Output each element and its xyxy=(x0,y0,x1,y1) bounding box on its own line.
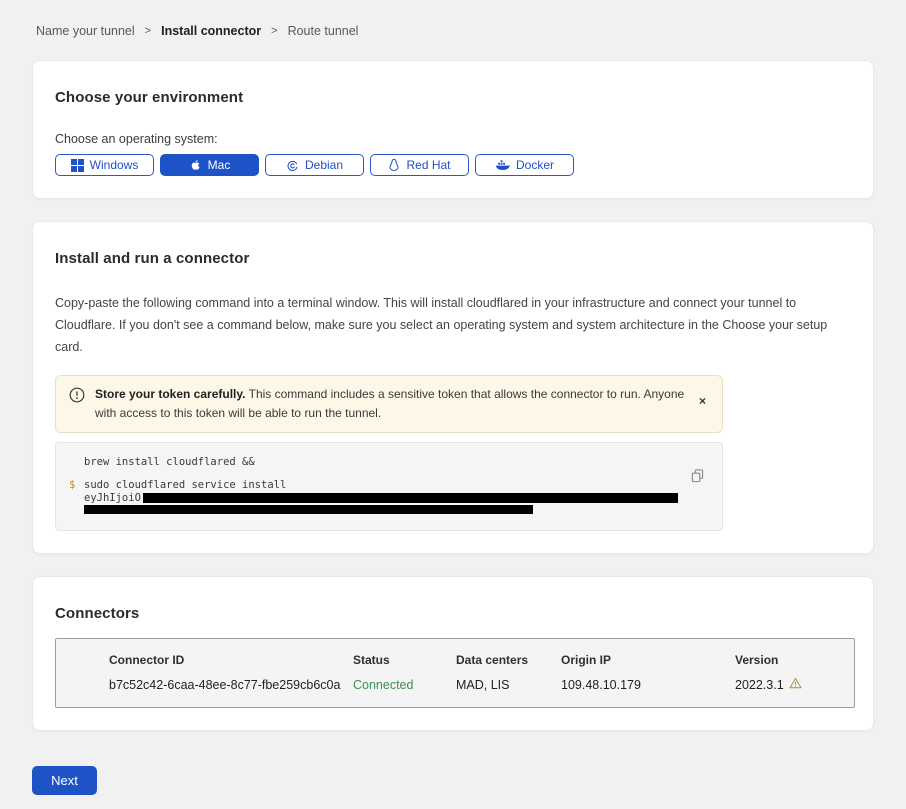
os-button-label: Mac xyxy=(208,158,231,172)
code-line-token-2 xyxy=(84,505,694,518)
os-button-windows[interactable]: Windows xyxy=(55,154,154,176)
code-line-brew: brew install cloudflared && xyxy=(84,456,694,468)
warning-text-bold: Store your token carefully. xyxy=(95,387,246,401)
cell-data-centers: MAD, LIS xyxy=(456,678,561,692)
header-origin-ip: Origin IP xyxy=(561,653,735,667)
card-title: Connectors xyxy=(55,605,851,622)
os-button-mac[interactable]: Mac xyxy=(160,154,259,176)
cell-connector-id: b7c52c42-6caa-48ee-8c77-fbe259cb6c0a xyxy=(109,678,353,692)
warning-icon xyxy=(789,677,802,692)
choose-environment-card: Choose your environment Choose an operat… xyxy=(32,60,874,199)
breadcrumb-separator: > xyxy=(145,25,151,37)
breadcrumb-step-name-your-tunnel[interactable]: Name your tunnel xyxy=(36,24,135,38)
copy-icon[interactable] xyxy=(691,469,704,486)
breadcrumb-separator: > xyxy=(271,25,277,37)
status-badge: Connected xyxy=(353,678,456,692)
connectors-card: Connectors Connector ID Status Data cent… xyxy=(32,576,874,731)
os-button-group: Windows Mac Debian Red Hat xyxy=(55,154,851,176)
warning-text: Store your token carefully. This command… xyxy=(95,385,685,423)
os-button-label: Debian xyxy=(305,158,343,172)
apple-icon xyxy=(189,158,202,172)
docker-icon xyxy=(495,159,510,171)
info-icon xyxy=(69,387,85,408)
os-button-label: Docker xyxy=(516,158,554,172)
cell-origin-ip: 109.48.10.179 xyxy=(561,678,735,692)
os-select-label: Choose an operating system: xyxy=(55,132,851,146)
next-button[interactable]: Next xyxy=(32,766,97,795)
install-connector-card: Install and run a connector Copy-paste t… xyxy=(32,221,874,554)
version-value: 2022.3.1 xyxy=(735,678,784,692)
code-command: $ sudo cloudflared service install eyJhI… xyxy=(84,479,694,518)
redacted-token-bar xyxy=(143,493,678,503)
os-button-label: Red Hat xyxy=(406,158,450,172)
token-prefix: eyJhIjoiO xyxy=(84,492,141,504)
code-line-sudo: sudo cloudflared service install xyxy=(84,479,694,492)
os-button-docker[interactable]: Docker xyxy=(475,154,574,176)
table-row: b7c52c42-6caa-48ee-8c77-fbe259cb6c0a Con… xyxy=(109,677,854,692)
breadcrumb-step-route-tunnel[interactable]: Route tunnel xyxy=(288,24,359,38)
header-status: Status xyxy=(353,653,456,667)
redacted-token-bar xyxy=(84,505,533,514)
header-connector-id: Connector ID xyxy=(109,653,353,667)
shell-prompt: $ xyxy=(69,479,75,491)
breadcrumb-step-install-connector[interactable]: Install connector xyxy=(161,24,261,38)
table-header-row: Connector ID Status Data centers Origin … xyxy=(109,653,854,677)
header-version: Version xyxy=(735,653,854,667)
cell-version: 2022.3.1 xyxy=(735,677,854,692)
card-title: Install and run a connector xyxy=(55,250,851,267)
install-command-code-block: brew install cloudflared && $ sudo cloud… xyxy=(55,442,723,531)
header-data-centers: Data centers xyxy=(456,653,561,667)
windows-icon xyxy=(71,159,84,172)
redhat-icon xyxy=(388,158,400,172)
os-button-debian[interactable]: Debian xyxy=(265,154,364,176)
code-line-token: eyJhIjoiO xyxy=(84,492,694,505)
connectors-table: Connector ID Status Data centers Origin … xyxy=(55,638,855,708)
token-warning-banner: Store your token carefully. This command… xyxy=(55,375,723,433)
breadcrumb: Name your tunnel > Install connector > R… xyxy=(32,24,874,38)
card-title: Choose your environment xyxy=(55,89,851,106)
debian-icon xyxy=(286,159,299,172)
close-icon[interactable]: × xyxy=(695,393,710,409)
page: Name your tunnel > Install connector > R… xyxy=(0,0,906,809)
install-description: Copy-paste the following command into a … xyxy=(55,293,851,359)
os-button-redhat[interactable]: Red Hat xyxy=(370,154,469,176)
os-button-label: Windows xyxy=(90,158,139,172)
